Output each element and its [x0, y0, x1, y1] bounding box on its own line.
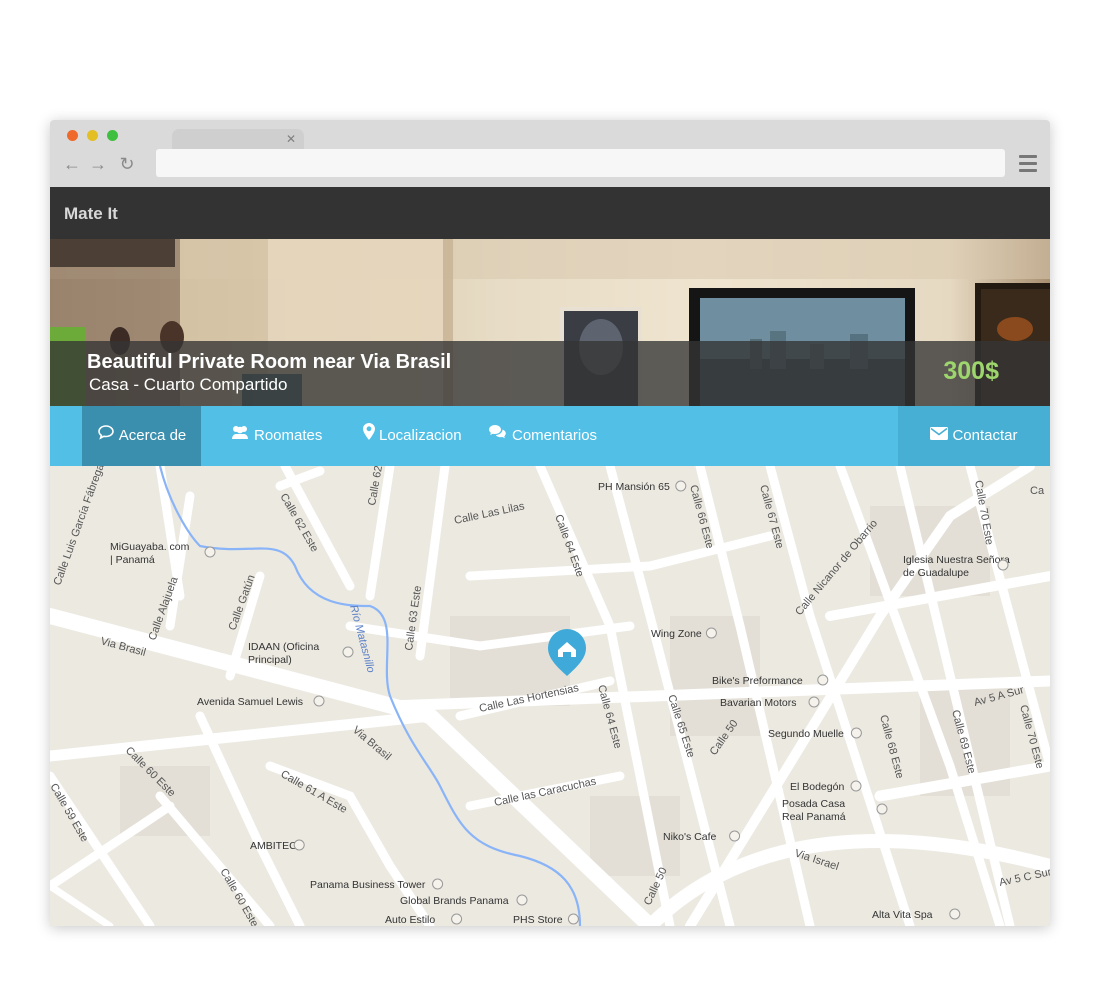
place-label: Auto Estilo	[385, 914, 435, 926]
place-label: Panama Business Tower	[310, 879, 426, 891]
poi-icon[interactable]	[293, 839, 305, 851]
poi-icon[interactable]	[705, 627, 717, 639]
place-label: PHS Store	[513, 914, 563, 926]
tab-label: Comentarios	[512, 427, 598, 444]
browser-tab[interactable]: ✕	[172, 129, 304, 151]
poi-icon[interactable]	[204, 546, 216, 558]
map-canvas[interactable]: Calle Luis García Fábrega Calle 62 EsteCa…	[50, 466, 1050, 926]
contact-button[interactable]: Contactar	[898, 406, 1050, 466]
place-label: MiGuayaba. com	[110, 541, 190, 553]
poi-icon[interactable]	[342, 646, 354, 658]
close-window-button[interactable]	[67, 130, 78, 141]
poi-icon[interactable]	[729, 830, 741, 842]
poi-icon[interactable]	[567, 913, 579, 925]
poi-icon[interactable]	[949, 908, 961, 920]
brand-logo[interactable]: Mate It	[64, 204, 118, 224]
poi-icon[interactable]	[808, 696, 820, 708]
tab-label: Localizacion	[379, 427, 462, 444]
listing-title: Beautiful Private Room near Via Brasil	[87, 351, 452, 373]
place-label: Niko's Cafe	[663, 831, 717, 843]
place-label: IDAAN (Oficina	[248, 641, 319, 653]
place-label: Global Brands Panama	[400, 895, 509, 907]
back-icon[interactable]: ←	[62, 154, 82, 174]
reload-icon[interactable]: ↻	[117, 154, 137, 174]
place-label: PH Mansión 65	[598, 481, 670, 493]
place-label: Alta Vita Spa	[872, 909, 933, 921]
place-label: Avenida Samuel Lewis	[197, 696, 303, 708]
contact-label: Contactar	[952, 427, 1018, 444]
place-label: Bike's Preformance	[712, 675, 803, 687]
listing-hero-image: Beautiful Private Room near Via Brasil C…	[50, 239, 1050, 406]
tab-label: Roomates	[254, 427, 323, 444]
browser-chrome: ✕ ← → ↻	[50, 120, 1050, 187]
close-tab-icon[interactable]: ✕	[286, 131, 296, 147]
tab-roomates[interactable]: Roomates	[230, 406, 322, 466]
poi-icon[interactable]	[850, 780, 862, 792]
poi-icon[interactable]	[451, 913, 463, 925]
map-marker-icon	[363, 406, 375, 466]
poi-icon[interactable]	[876, 803, 888, 815]
forward-icon[interactable]: →	[88, 154, 108, 174]
place-label: AMBITEC	[250, 840, 297, 852]
comments-icon	[488, 406, 508, 466]
poi-icon[interactable]	[432, 878, 444, 890]
poi-icon[interactable]	[675, 480, 687, 492]
place-label: Real Panamá	[782, 811, 846, 823]
address-bar[interactable]	[156, 149, 1005, 177]
location-map[interactable]: Calle Luis García Fábrega Calle 62 Este Ca…	[50, 466, 1050, 926]
comment-icon	[97, 406, 115, 466]
listing-subtitle: Casa - Cuarto Compartido	[89, 375, 288, 394]
tab-label: Acerca de	[118, 427, 187, 444]
place-label: de Guadalupe	[903, 567, 969, 579]
place-label: El Bodegón	[790, 781, 844, 793]
poi-icon[interactable]	[997, 559, 1009, 571]
place-label: Iglesia Nuestra Señora	[903, 554, 1010, 566]
app-navbar: Mate It	[50, 187, 1050, 239]
maximize-window-button[interactable]	[107, 130, 118, 141]
poi-icon[interactable]	[516, 894, 528, 906]
listing-price: 300$	[943, 357, 999, 385]
poi-icon[interactable]	[313, 695, 325, 707]
place-label: Segundo Muelle	[768, 728, 844, 740]
tab-acerca-de[interactable]: Acerca de	[82, 406, 201, 466]
poi-icon[interactable]	[817, 674, 829, 686]
envelope-icon	[930, 406, 949, 466]
poi-icon[interactable]	[850, 727, 862, 739]
browser-window: ✕ ← → ↻ Mate It Beautiful Private Room n…	[50, 120, 1050, 926]
place-label: Bavarian Motors	[720, 697, 796, 709]
tab-comentarios[interactable]: Comentarios	[488, 406, 597, 466]
minimize-window-button[interactable]	[87, 130, 98, 141]
place-label: Principal)	[248, 654, 292, 666]
place-label: Posada Casa	[782, 798, 845, 810]
users-icon	[230, 406, 250, 466]
menu-icon[interactable]	[1019, 155, 1037, 176]
tab-localizacion[interactable]: Localizacion	[363, 406, 462, 466]
listing-tabs: Acerca de Roomates Localizacion Comentar…	[50, 406, 1050, 466]
street-label: Ca	[1030, 485, 1045, 497]
place-label: Wing Zone	[651, 628, 702, 640]
place-label: | Panamá	[110, 554, 155, 566]
